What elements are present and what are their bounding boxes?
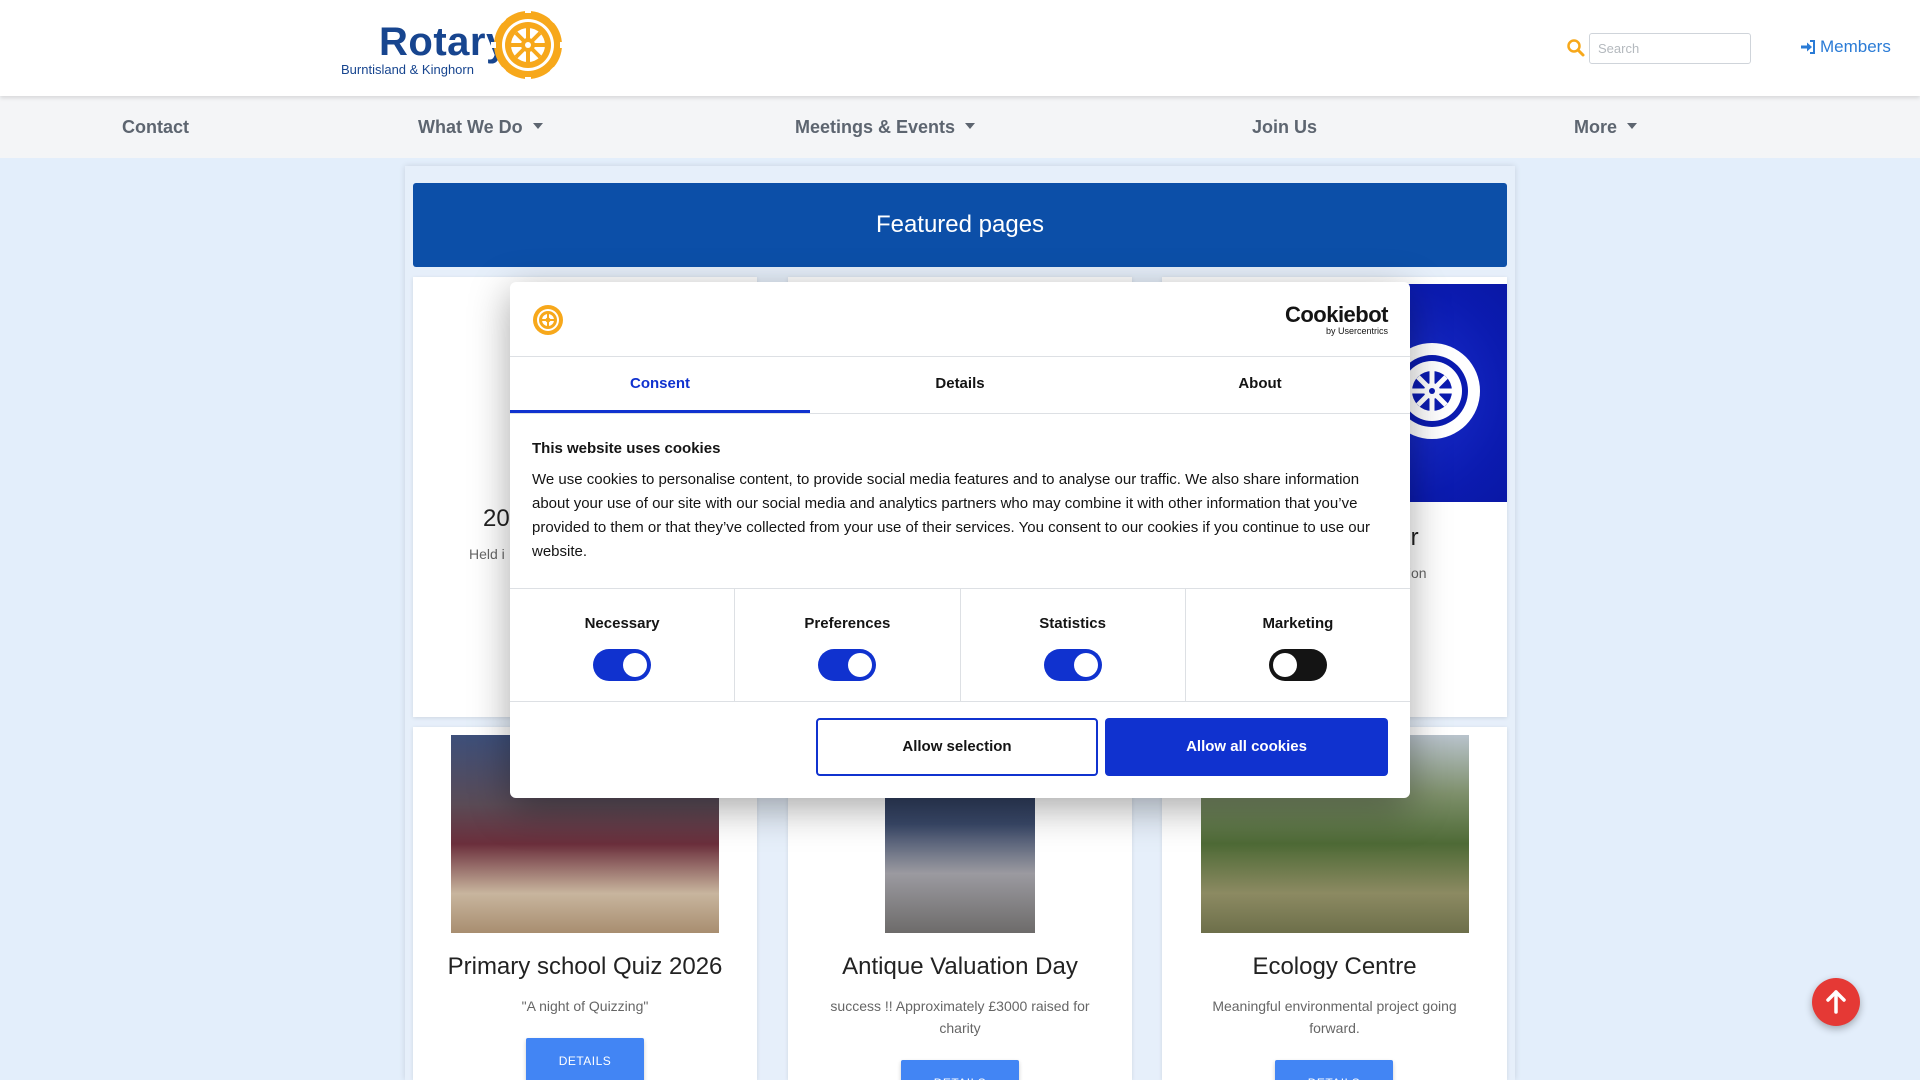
site-logo-icon: [533, 305, 563, 335]
cookie-consent-dialog: Cookiebot by Usercentrics Consent Detail…: [510, 282, 1410, 798]
featured-pages-banner: Featured pages: [413, 183, 1507, 267]
nav-item-meetings-events[interactable]: Meetings & Events: [795, 117, 976, 138]
logo-wordmark: Rotary: [379, 20, 509, 64]
pref-label: Statistics: [1039, 615, 1106, 632]
card-description: Meaningful environmental project going f…: [1212, 998, 1457, 1036]
card-description: tion: [1404, 565, 1427, 581]
preferences-toggle[interactable]: [818, 649, 877, 681]
cookiebot-logo[interactable]: Cookiebot by Usercentrics: [1284, 302, 1389, 336]
logo-club-name: Burntisland & Kinghorn: [341, 62, 474, 77]
caret-down-icon: [1627, 123, 1638, 130]
necessary-toggle[interactable]: [593, 649, 652, 681]
tab-about[interactable]: About: [1110, 357, 1410, 413]
caret-down-icon: [965, 123, 976, 130]
pref-marketing: Marketing: [1186, 589, 1410, 701]
toggle-knob: [1272, 653, 1297, 677]
sign-in-icon: [1801, 40, 1815, 54]
nav-item-join-us[interactable]: Join Us: [1252, 117, 1317, 138]
cookie-tabs: Consent Details About: [510, 356, 1410, 414]
caret-down-icon: [532, 123, 543, 130]
rotary-wheel-icon: [491, 8, 565, 82]
pref-label: Preferences: [804, 615, 891, 632]
nav-item-what-we-do[interactable]: What We Do: [418, 117, 543, 138]
nav-label: Meetings & Events: [795, 117, 956, 137]
nav-item-contact[interactable]: Contact: [122, 117, 189, 138]
back-to-top-button[interactable]: [1812, 978, 1860, 1026]
statistics-toggle[interactable]: [1043, 649, 1102, 681]
rotary-logo[interactable]: Rotary Burntisland & Kinghorn: [341, 8, 571, 84]
pref-preferences: Preferences: [735, 589, 961, 701]
toggle-knob: [623, 653, 648, 677]
card-title: Primary school Quiz 2026: [447, 953, 723, 980]
tab-consent[interactable]: Consent: [510, 357, 810, 413]
card-description: success !! Approximately £3000 raised fo…: [830, 998, 1090, 1036]
details-button[interactable]: DETAILS: [1275, 1060, 1393, 1080]
card-description: "A night of Quizzing": [521, 998, 649, 1014]
arrow-up-icon: [1826, 990, 1846, 1014]
nav-item-more[interactable]: More: [1574, 117, 1638, 138]
cookie-preferences: Necessary Preferences Statistics Marketi…: [510, 588, 1410, 702]
nav-label: Contact: [122, 117, 189, 137]
details-button[interactable]: DETAILS: [901, 1060, 1019, 1080]
pref-statistics: Statistics: [961, 589, 1186, 701]
brand-name: Cookiebot: [1284, 302, 1389, 327]
toggle-knob: [1073, 653, 1098, 677]
details-button[interactable]: DETAILS: [526, 1038, 644, 1080]
card-title: Ecology Centre: [1252, 953, 1417, 980]
members-link[interactable]: Members: [1800, 37, 1891, 57]
pref-label: Marketing: [1262, 615, 1334, 632]
marketing-toggle[interactable]: [1268, 649, 1327, 681]
card-title: tter: [1384, 524, 1729, 552]
allow-all-cookies-button[interactable]: Allow all cookies: [1105, 718, 1388, 776]
allow-selection-button[interactable]: Allow selection: [816, 718, 1098, 776]
pref-necessary: Necessary: [510, 589, 736, 701]
pref-label: Necessary: [584, 615, 660, 632]
search-icon[interactable]: [1566, 38, 1586, 58]
nav-label: What We Do: [418, 117, 523, 137]
nav-label: More: [1574, 117, 1618, 137]
cookie-body-text: We use cookies to personalise content, t…: [532, 471, 1370, 560]
members-label: Members: [1820, 37, 1891, 56]
card-title: Antique Valuation Day: [842, 953, 1078, 980]
main-nav: Contact What We Do Meetings & Events Joi…: [0, 96, 1920, 158]
search-input[interactable]: [1589, 33, 1751, 64]
toggle-knob: [848, 653, 873, 677]
site-header: Rotary Burntisland & Kinghorn Search Mem…: [0, 0, 1920, 96]
nav-label: Join Us: [1252, 117, 1318, 137]
tab-details[interactable]: Details: [810, 357, 1110, 413]
cookie-heading: This website uses cookies: [532, 440, 721, 457]
